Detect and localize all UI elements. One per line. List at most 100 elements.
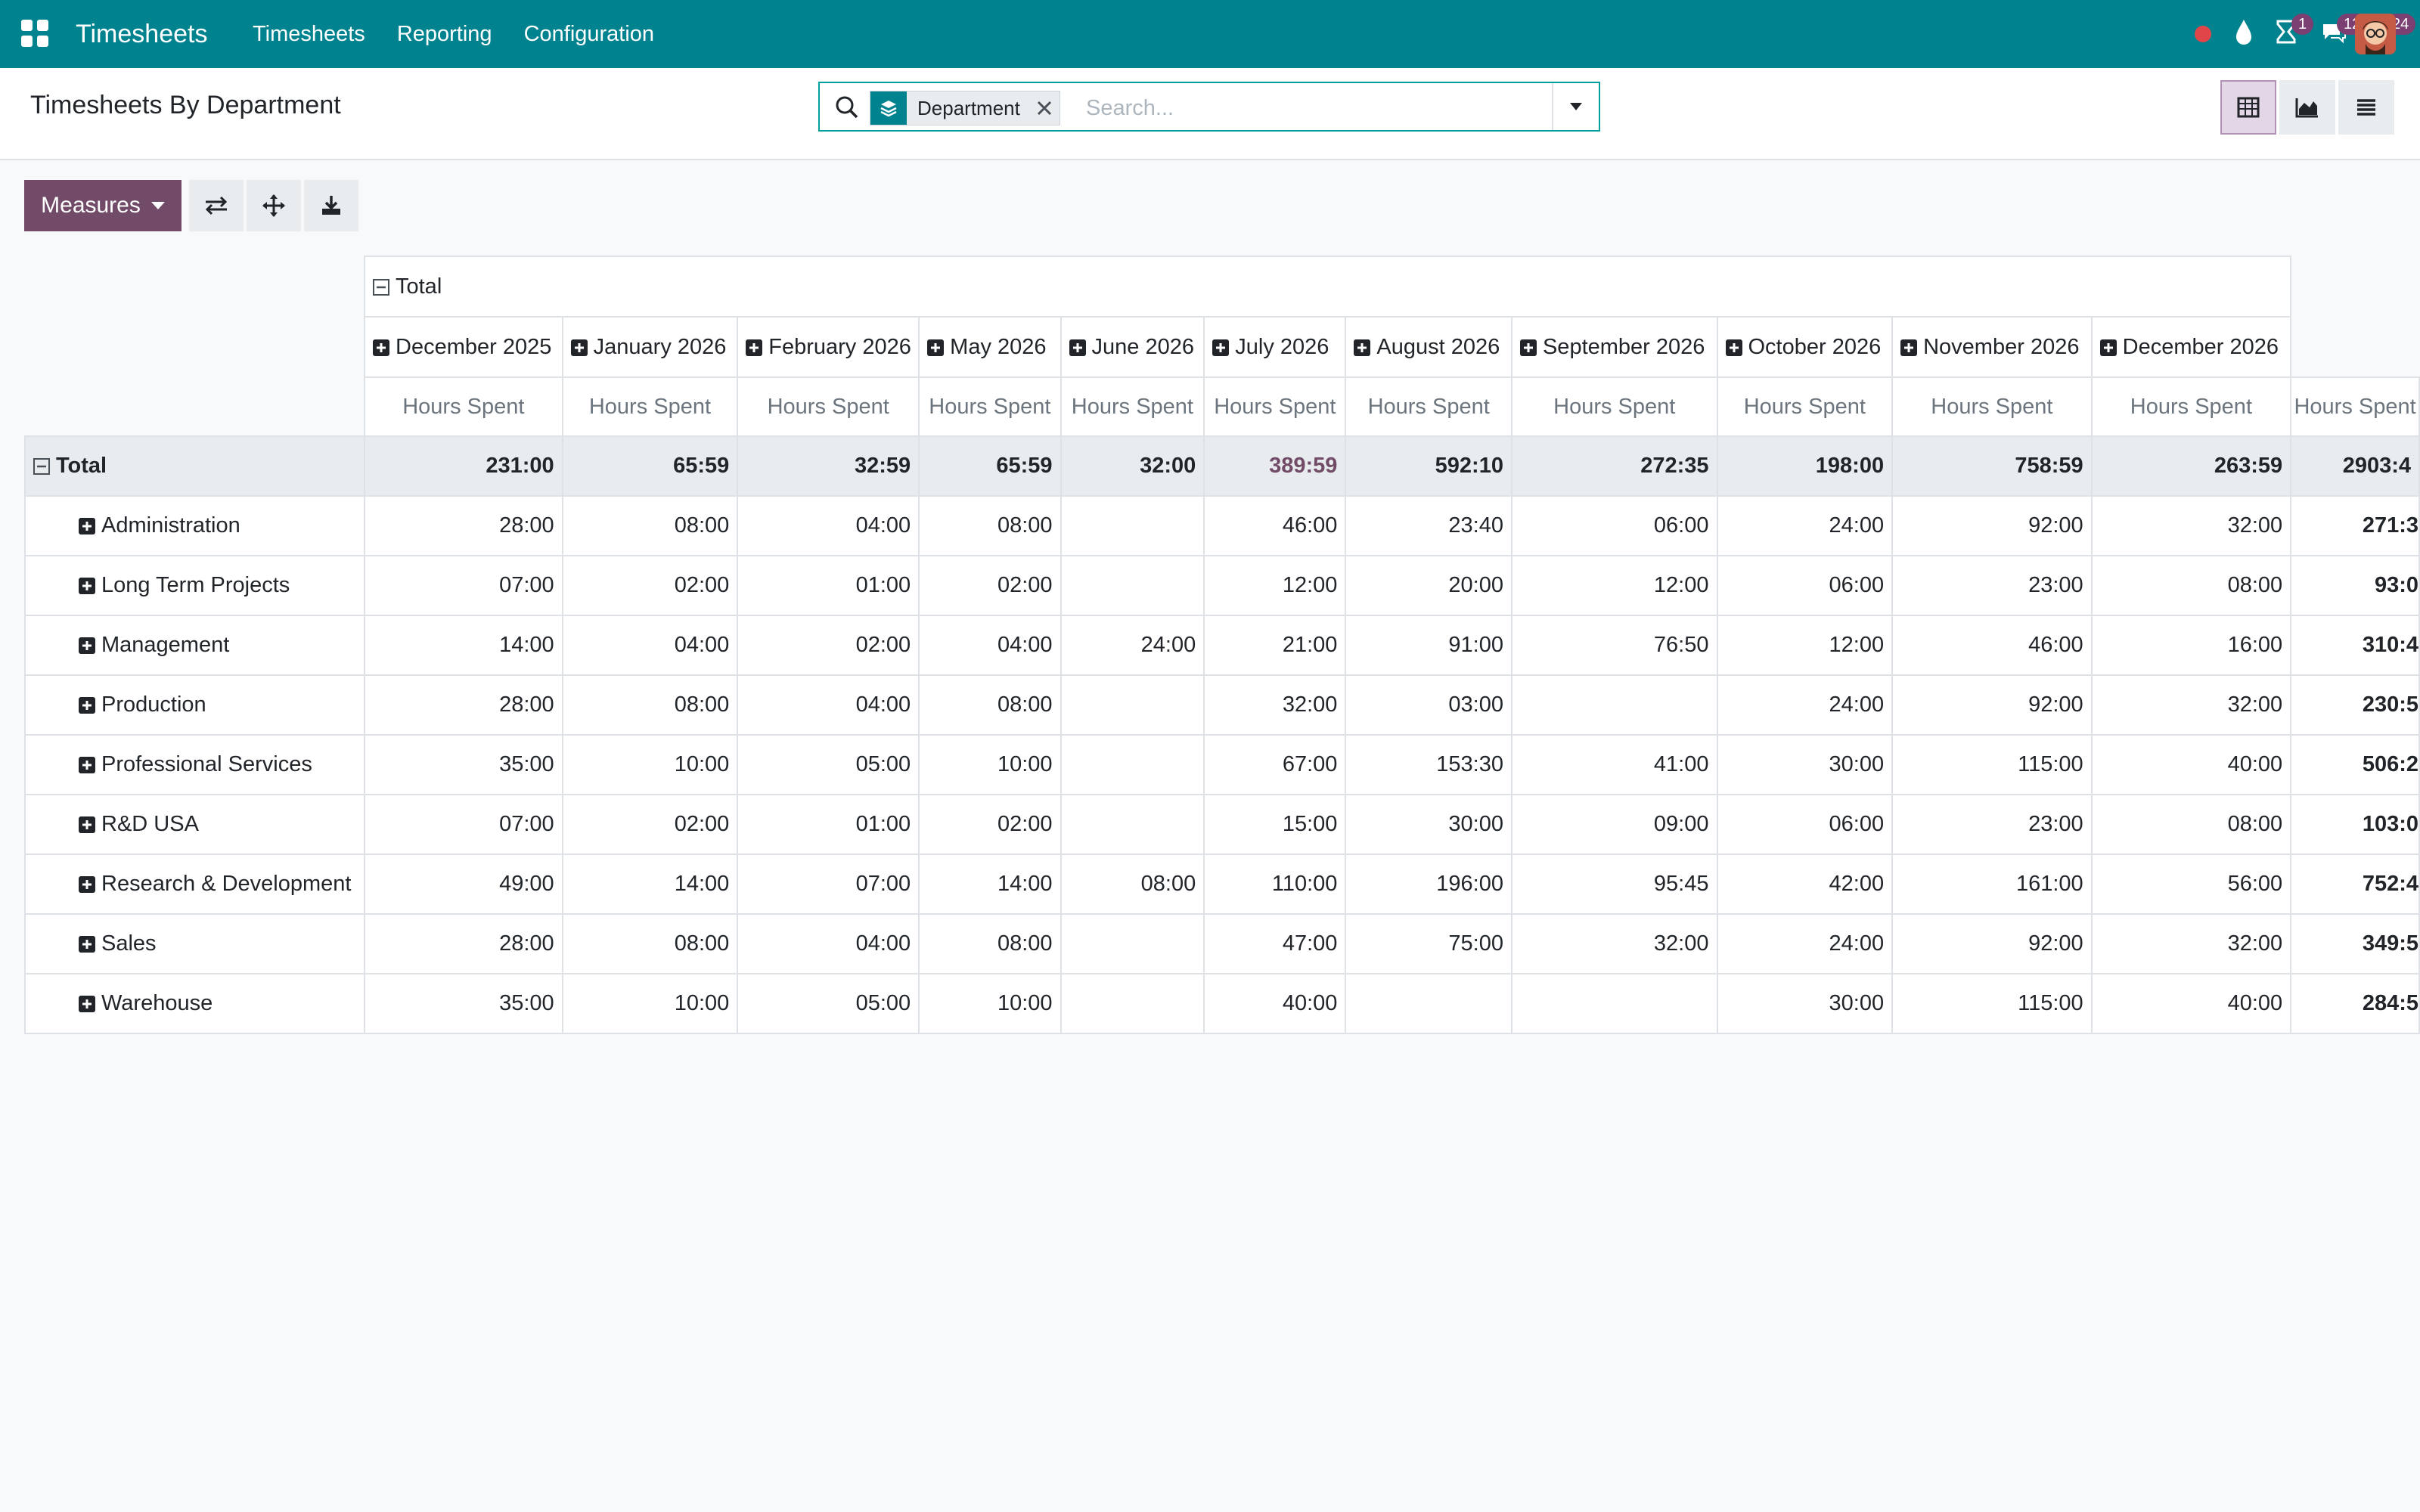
measure-header[interactable]: Hours Spent	[2090, 376, 2292, 437]
table-cell[interactable]: 21:00	[1203, 615, 1347, 676]
table-cell[interactable]: 758:59	[1891, 435, 2093, 497]
table-cell[interactable]: 14:00	[918, 854, 1062, 915]
menu-configuration[interactable]: Configuration	[524, 0, 655, 68]
app-title[interactable]: Timesheets	[76, 0, 207, 68]
table-cell[interactable]: 28:00	[364, 913, 563, 974]
row-header-department[interactable]: Administration	[24, 495, 365, 556]
table-cell[interactable]: 32:00	[1203, 674, 1347, 736]
table-cell[interactable]: 389:59	[1203, 435, 1347, 497]
table-cell[interactable]: 08:00	[561, 913, 739, 974]
measure-header[interactable]: Hours Spent	[364, 376, 563, 437]
measure-header[interactable]: Hours Spent	[1203, 376, 1347, 437]
col-header-month[interactable]: February 2026	[737, 316, 920, 378]
table-cell[interactable]: 284:5	[2290, 973, 2420, 1034]
table-cell[interactable]: 24:00	[1060, 615, 1205, 676]
table-cell[interactable]: 10:00	[561, 973, 739, 1034]
row-header-department[interactable]: R&D USA	[24, 794, 365, 855]
table-cell[interactable]: 40:00	[2090, 734, 2292, 795]
measure-header[interactable]: Hours Spent	[918, 376, 1062, 437]
table-cell[interactable]: 65:59	[561, 435, 739, 497]
table-cell[interactable]	[1060, 973, 1205, 1034]
table-cell[interactable]	[1345, 973, 1512, 1034]
table-cell[interactable]: 24:00	[1716, 674, 1894, 736]
table-cell[interactable]: 46:00	[1891, 615, 2093, 676]
table-cell[interactable]: 67:00	[1203, 734, 1347, 795]
table-cell[interactable]: 07:00	[737, 854, 920, 915]
measures-dropdown-button[interactable]: Measures	[24, 180, 182, 231]
table-cell[interactable]: 04:00	[561, 615, 739, 676]
table-cell[interactable]: 04:00	[737, 913, 920, 974]
table-cell[interactable]: 02:00	[918, 794, 1062, 855]
table-cell[interactable]: 95:45	[1510, 854, 1718, 915]
table-cell[interactable]	[1060, 913, 1205, 974]
table-cell[interactable]: 153:30	[1345, 734, 1512, 795]
row-header-department[interactable]: Professional Services	[24, 734, 365, 795]
measure-header[interactable]: Hours Spent	[737, 376, 920, 437]
table-cell[interactable]: 04:00	[918, 615, 1062, 676]
table-cell[interactable]: 12:00	[1203, 555, 1347, 616]
row-header-total[interactable]: Total	[24, 435, 365, 497]
table-cell[interactable]: 76:50	[1510, 615, 1718, 676]
table-cell[interactable]: 41:00	[1510, 734, 1718, 795]
table-cell[interactable]: 32:00	[1510, 913, 1718, 974]
user-avatar[interactable]	[2355, 14, 2396, 54]
table-cell[interactable]: 46:00	[1203, 495, 1347, 556]
table-cell[interactable]: 08:00	[561, 674, 739, 736]
table-cell[interactable]: 263:59	[2090, 435, 2292, 497]
table-cell[interactable]: 92:00	[1891, 674, 2093, 736]
table-cell[interactable]: 10:00	[918, 973, 1062, 1034]
table-cell[interactable]: 35:00	[364, 973, 563, 1034]
table-cell[interactable]: 592:10	[1345, 435, 1512, 497]
table-cell[interactable]	[1060, 794, 1205, 855]
table-cell[interactable]: 198:00	[1716, 435, 1894, 497]
table-cell[interactable]: 32:00	[2090, 495, 2292, 556]
table-cell[interactable]	[1510, 674, 1718, 736]
table-cell[interactable]: 91:00	[1345, 615, 1512, 676]
table-cell[interactable]: 10:00	[918, 734, 1062, 795]
table-cell[interactable]: 04:00	[737, 674, 920, 736]
table-cell[interactable]: 35:00	[364, 734, 563, 795]
download-xlsx-button[interactable]	[304, 180, 358, 231]
col-header-month[interactable]: May 2026	[918, 316, 1062, 378]
table-cell[interactable]: 271:3	[2290, 495, 2420, 556]
table-cell[interactable]: 08:00	[918, 495, 1062, 556]
search-input[interactable]	[1084, 91, 1541, 125]
col-header-month[interactable]: December 2026	[2090, 316, 2292, 378]
table-cell[interactable]: 103:0	[2290, 794, 2420, 855]
table-cell[interactable]: 02:00	[561, 555, 739, 616]
table-cell[interactable]: 23:40	[1345, 495, 1512, 556]
table-cell[interactable]: 30:00	[1716, 734, 1894, 795]
search-bar[interactable]: Department	[818, 82, 1600, 132]
table-cell[interactable]: 04:00	[737, 495, 920, 556]
table-cell[interactable]: 08:00	[561, 495, 739, 556]
table-cell[interactable]: 01:00	[737, 794, 920, 855]
table-cell[interactable]: 08:00	[1060, 854, 1205, 915]
table-cell[interactable]: 115:00	[1891, 973, 2093, 1034]
facet-remove-icon[interactable]	[1028, 91, 1060, 125]
table-cell[interactable]: 02:00	[918, 555, 1062, 616]
table-cell[interactable]: 12:00	[1716, 615, 1894, 676]
table-cell[interactable]: 32:00	[1060, 435, 1205, 497]
table-cell[interactable]: 08:00	[2090, 555, 2292, 616]
list-view-button[interactable]	[2338, 80, 2394, 135]
col-header-month[interactable]: August 2026	[1345, 316, 1512, 378]
table-cell[interactable]	[1060, 734, 1205, 795]
flip-axis-button[interactable]	[189, 180, 244, 231]
table-cell[interactable]: 231:00	[364, 435, 563, 497]
messages-icon[interactable]: 125	[2319, 14, 2376, 51]
table-cell[interactable]: 05:00	[737, 973, 920, 1034]
col-header-total[interactable]: Total	[363, 256, 2292, 318]
measure-header[interactable]: Hours Spent	[1060, 376, 1205, 437]
table-cell[interactable]: 05:00	[737, 734, 920, 795]
droplet-icon[interactable]	[2231, 17, 2257, 51]
table-cell[interactable]: 02:00	[737, 615, 920, 676]
graph-view-button[interactable]	[2279, 80, 2335, 135]
table-cell[interactable]	[1510, 973, 1718, 1034]
table-cell[interactable]: 30:00	[1716, 973, 1894, 1034]
table-cell[interactable]: 06:00	[1716, 794, 1894, 855]
table-cell[interactable]: 07:00	[364, 555, 563, 616]
row-header-department[interactable]: Long Term Projects	[24, 555, 365, 616]
table-cell[interactable]: 2903:4	[2290, 435, 2420, 497]
measure-header[interactable]: Hours Spent	[561, 376, 739, 437]
table-cell[interactable]: 49:00	[364, 854, 563, 915]
